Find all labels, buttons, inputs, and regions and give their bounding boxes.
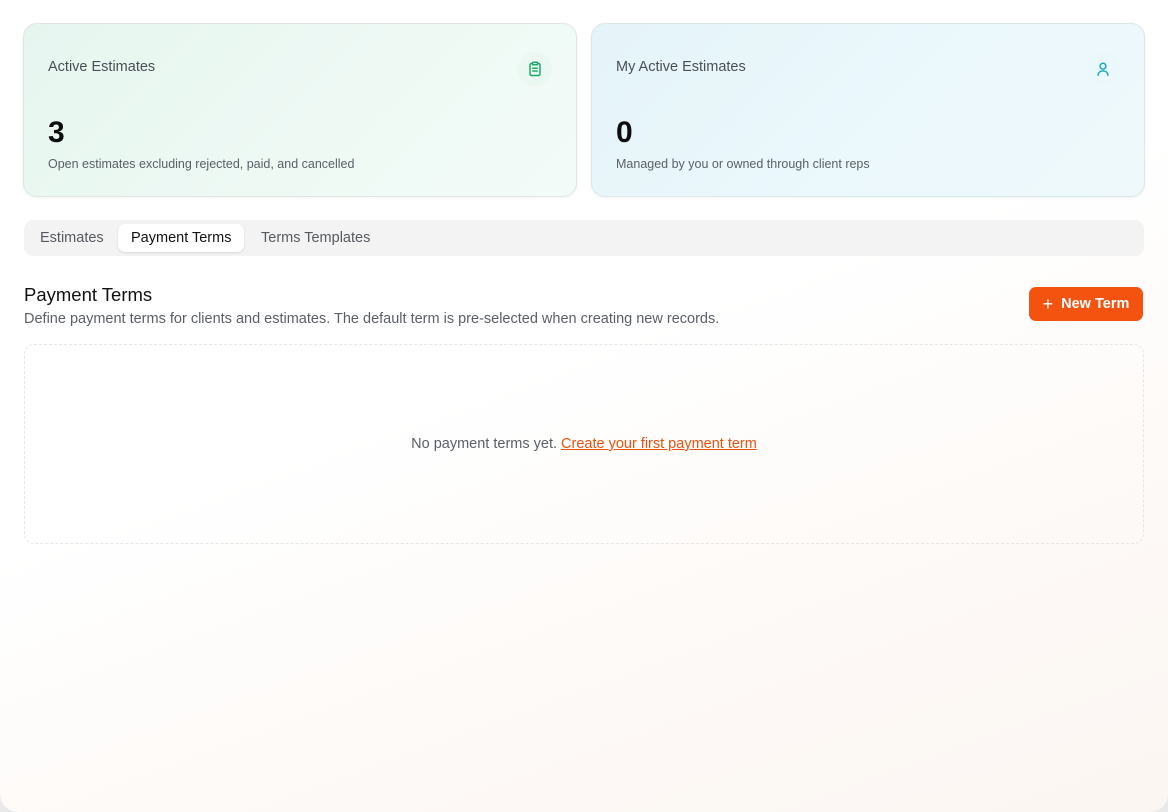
card-value: 3: [48, 116, 65, 149]
empty-state-text: No payment terms yet.: [411, 436, 558, 452]
plus-icon: +: [1042, 293, 1054, 314]
my-active-estimates-card: My Active Estimates 0 Managed by you or …: [591, 23, 1145, 197]
section-title: Payment Terms: [24, 284, 153, 305]
user-icon: [1086, 52, 1120, 86]
card-description: Managed by you or owned through client r…: [616, 157, 870, 171]
section-description: Define payment terms for clients and est…: [24, 311, 720, 327]
tab-bar: Estimates Payment Terms Terms Templates: [24, 220, 1144, 256]
card-label: My Active Estimates: [616, 59, 746, 75]
tab-payment-terms[interactable]: Payment Terms: [118, 224, 245, 252]
card-label: Active Estimates: [48, 59, 156, 75]
clipboard-icon: [518, 52, 552, 86]
active-estimates-card: Active Estimates 3 Open estimates exclud…: [23, 23, 577, 197]
card-description: Open estimates excluding rejected, paid,…: [48, 157, 355, 171]
page: Active Estimates 3 Open estimates exclud…: [0, 0, 1168, 812]
new-term-button[interactable]: + New Term: [1029, 287, 1143, 321]
tab-terms-templates[interactable]: Terms Templates: [248, 224, 383, 252]
empty-state: No payment terms yet. Create your first …: [24, 344, 1144, 544]
tab-estimates[interactable]: Estimates: [27, 224, 117, 252]
new-term-label: New Term: [1061, 296, 1130, 312]
card-value: 0: [616, 116, 633, 149]
create-payment-term-link[interactable]: Create your first payment term: [561, 436, 757, 452]
